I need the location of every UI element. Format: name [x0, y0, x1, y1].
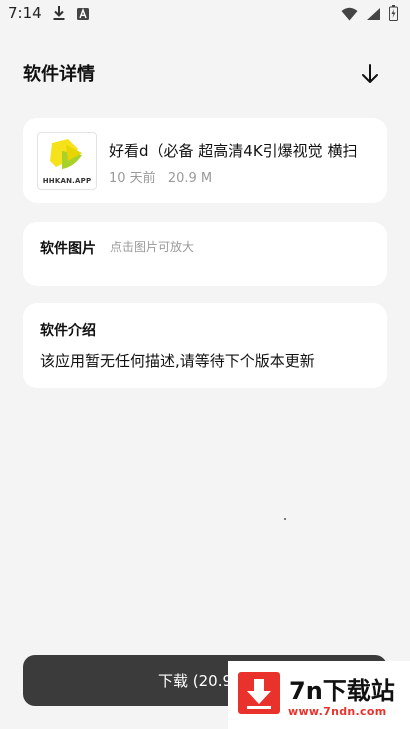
intro-description: 该应用暂无任何描述,请等待下个版本更新 [40, 352, 315, 370]
watermark-title: 7n下载站 [289, 677, 395, 705]
header: 软件详情 [0, 50, 410, 94]
battery-icon [389, 5, 398, 25]
images-section-hint: 点击图片可放大 [110, 240, 195, 254]
app-name: 好看d（必备 超高清4K引爆视觉 横扫 [109, 142, 358, 160]
notification-a-icon [76, 6, 90, 25]
status-time: 7:14 [8, 4, 42, 22]
app-logo-icon [50, 139, 82, 169]
images-section-title: 软件图片 [40, 241, 96, 257]
page-title: 软件详情 [23, 64, 95, 85]
app-icon: HHKAN.APP [37, 132, 97, 190]
site-watermark: 7n下载站 www.7ndn.com [228, 661, 410, 729]
app-meta: 10 天前 20.9 M [109, 167, 220, 186]
signal-icon [366, 6, 381, 25]
intro-section-title: 软件介绍 [40, 323, 96, 339]
intro-section-card: 软件介绍 该应用暂无任何描述,请等待下个版本更新 [23, 303, 387, 388]
app-info-card[interactable]: HHKAN.APP 好看d（必备 超高清4K引爆视觉 横扫 10 天前 20.9… [23, 118, 387, 203]
stray-dot [284, 518, 286, 520]
app-icon-label: HHKAN.APP [42, 177, 92, 185]
app-update-time: 10 天前 [109, 171, 156, 186]
app-size: 20.9 M [167, 171, 213, 186]
download-button-label: 下载 (20.9 [158, 672, 233, 690]
status-left-icons [52, 5, 90, 25]
wifi-icon [341, 6, 358, 25]
arrow-down-icon[interactable] [358, 62, 382, 86]
images-section-card[interactable]: 软件图片 点击图片可放大 [23, 222, 387, 286]
status-bar: 7:14 [0, 0, 410, 28]
download-icon [52, 5, 66, 25]
status-right-icons [341, 5, 398, 25]
watermark-download-icon [238, 672, 280, 714]
watermark-url: www.7ndn.com [288, 705, 387, 718]
